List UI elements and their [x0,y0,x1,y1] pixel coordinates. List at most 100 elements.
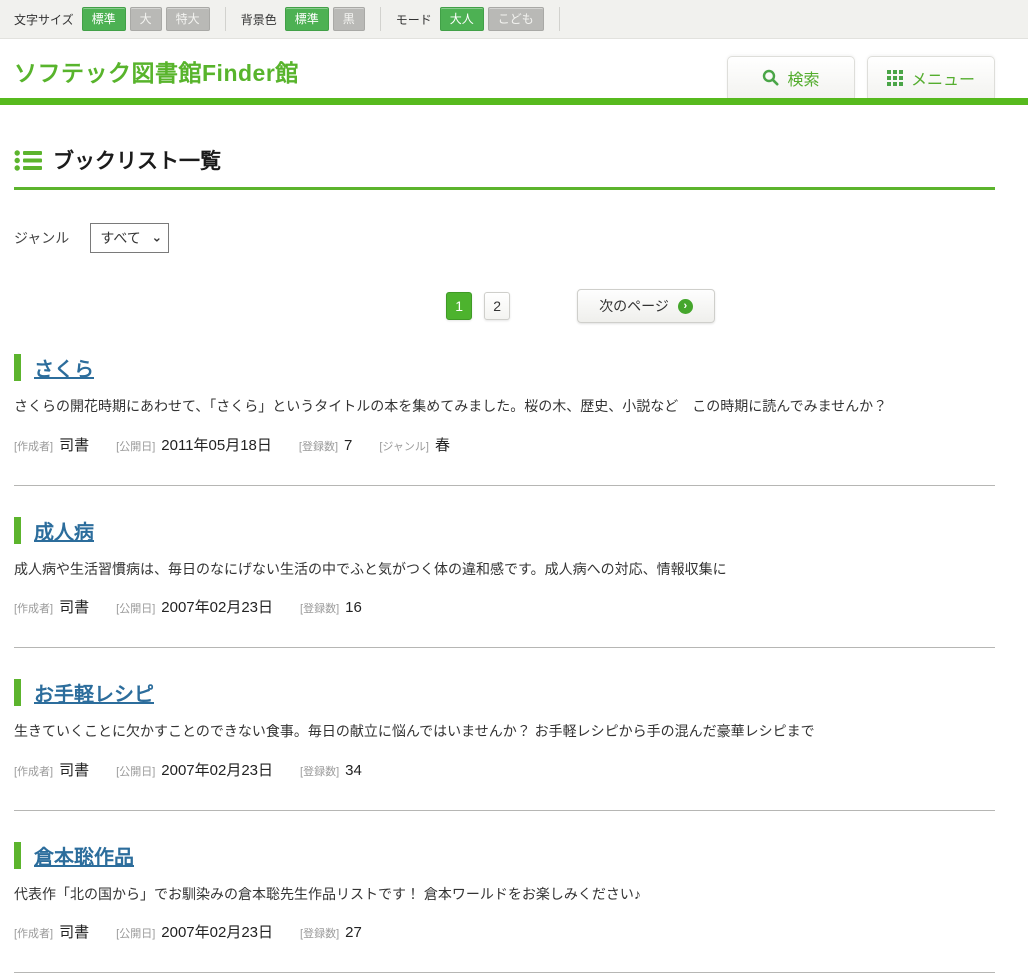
book-meta-row: [作成者] 司書 [公開日]2007年02月23日 [登録数] 34 [14,759,995,780]
book-title-row: お手軽レシピ [14,678,995,707]
header-buttons: 検索 メニュー [727,56,995,98]
meta-pair: [登録数] 7 [299,437,352,454]
meta-pair: [作成者] 司書 [14,759,89,780]
meta-label: [作成者] [14,925,53,941]
toolbar-separator [225,7,226,31]
page-number-buttons: 12 [446,292,522,320]
search-button-label: 検索 [787,66,819,90]
book-meta-row: [作成者] 司書 [公開日] 2007年02月23日 [登録数] 16 [14,596,995,617]
font-size-option-2[interactable]: 特大 [166,7,210,31]
meta-value: 司書 [59,434,89,455]
font-size-option-1[interactable]: 大 [130,7,162,31]
next-page-label: 次のページ [599,296,669,316]
meta-pair: [公開日] 2011年05月18日 [116,434,272,455]
accessibility-toolbar: 文字サイズ標準大特大背景色標準黒モード大人こども [0,0,1028,39]
page-button-2[interactable]: 2 [484,292,510,320]
meta-value: 司書 [59,759,89,780]
book-meta-row: [作成者] 司書 [公開日] 2007年02月23日 [登録数] 27 [14,921,995,942]
meta-label: [公開日] [116,438,155,454]
meta-value: 司書 [59,921,89,942]
meta-pair: [登録数] 16 [300,599,362,616]
meta-label: [公開日] [116,925,155,941]
title-accent-bar [14,679,21,706]
meta-value: 春 [435,434,450,455]
list-icon [14,149,42,172]
page-button-1[interactable]: 1 [446,292,472,320]
menu-button[interactable]: メニュー [867,56,995,98]
book-title-row: 倉本聡作品 [14,841,995,870]
book-title-link[interactable]: お手軽レシピ [34,678,154,707]
genre-filter-label: ジャンル [14,228,69,248]
genre-select-wrap: すべて ⌄ [90,223,169,253]
page-title-row: ブックリスト一覧 [14,145,995,190]
font-size-label: 文字サイズ [14,11,74,28]
meta-label: [登録数] [300,763,339,779]
search-button[interactable]: 検索 [727,56,855,98]
book-description: 代表作「北の国から」でお馴染みの倉本聡先生作品リストです！ 倉本ワールドをお楽し… [14,885,995,905]
main-content: ブックリスト一覧 ジャンル すべて ⌄ 12 次のページ › さくらさくらの開花… [14,145,995,973]
meta-pair: [登録数] 34 [300,762,362,779]
background-color-option-0[interactable]: 標準 [285,7,329,31]
book-title-link[interactable]: さくら [34,353,94,382]
search-icon [762,69,779,86]
header-accent-bar [0,98,1028,105]
meta-pair: [公開日]2007年02月23日 [116,759,273,780]
meta-pair: [作成者] 司書 [14,921,89,942]
title-accent-bar [14,517,21,544]
meta-value: 2007年02月23日 [161,596,273,617]
meta-label: [登録数] [300,600,339,616]
book-entry: お手軽レシピ生きていくことに欠かすことのできない食事。毎日の献立に悩んではいませ… [14,648,995,810]
meta-pair: [作成者] 司書 [14,596,89,617]
meta-label: [作成者] [14,763,53,779]
book-description: 成人病や生活習慣病は、毎日のなにげない生活の中でふと気がつく体の違和感です。成人… [14,560,995,580]
toolbar-separator [380,7,381,31]
book-entry: 倉本聡作品代表作「北の国から」でお馴染みの倉本聡先生作品リストです！ 倉本ワール… [14,811,995,973]
book-entry: さくらさくらの開花時期にあわせて、「さくら」というタイトルの本を集めてみました。… [14,323,995,485]
meta-pair: [公開日] 2007年02月23日 [116,596,273,617]
mode-label: モード [396,11,432,28]
mode-option-1[interactable]: こども [488,7,544,31]
meta-pair: [作成者] 司書 [14,434,89,455]
meta-pair: [登録数] 27 [300,924,362,941]
book-title-link[interactable]: 倉本聡作品 [34,841,134,870]
genre-filter-row: ジャンル すべて ⌄ [14,223,995,253]
page-title: ブックリスト一覧 [53,145,221,175]
meta-label: [公開日] [116,600,155,616]
pagination: 12 次のページ › [90,289,1028,323]
title-accent-bar [14,354,21,381]
menu-button-label: メニュー [911,66,975,90]
book-description: さくらの開花時期にあわせて、「さくら」というタイトルの本を集めてみました。桜の木… [14,397,995,417]
meta-value: 司書 [59,596,89,617]
arrow-right-icon: › [678,299,693,314]
meta-value: 2007年02月23日 [161,921,273,942]
meta-pair: [ジャンル] 春 [379,434,450,455]
meta-label: [登録数] [299,438,338,454]
meta-value: 7 [344,437,352,454]
meta-pair: [公開日] 2007年02月23日 [116,921,273,942]
mode-option-0[interactable]: 大人 [440,7,484,31]
book-title-row: 成人病 [14,516,995,545]
book-list: さくらさくらの開花時期にあわせて、「さくら」というタイトルの本を集めてみました。… [14,323,995,973]
book-meta-row: [作成者] 司書 [公開日] 2011年05月18日 [登録数] 7 [ジャンル] 春 [14,434,995,455]
next-page-button[interactable]: 次のページ › [577,289,715,323]
meta-label: [作成者] [14,600,53,616]
book-title-row: さくら [14,353,995,382]
menu-grid-icon [887,70,903,86]
meta-value: 2007年02月23日 [161,759,273,780]
font-size-option-0[interactable]: 標準 [82,7,126,31]
meta-value: 16 [345,599,362,616]
genre-select[interactable]: すべて [90,223,169,253]
meta-label: [登録数] [300,925,339,941]
title-accent-bar [14,842,21,869]
book-description: 生きていくことに欠かすことのできない食事。毎日の献立に悩んではいませんか？ お手… [14,722,995,742]
meta-label: [作成者] [14,438,53,454]
background-color-option-1[interactable]: 黒 [333,7,365,31]
book-title-link[interactable]: 成人病 [34,516,94,545]
meta-value: 2011年05月18日 [161,434,272,455]
site-title[interactable]: ソフテック図書館Finder館 [14,54,299,88]
background-color-label: 背景色 [241,11,277,28]
meta-label: [ジャンル] [379,438,429,454]
toolbar-separator [559,7,560,31]
meta-value: 34 [345,762,362,779]
meta-value: 27 [345,924,362,941]
